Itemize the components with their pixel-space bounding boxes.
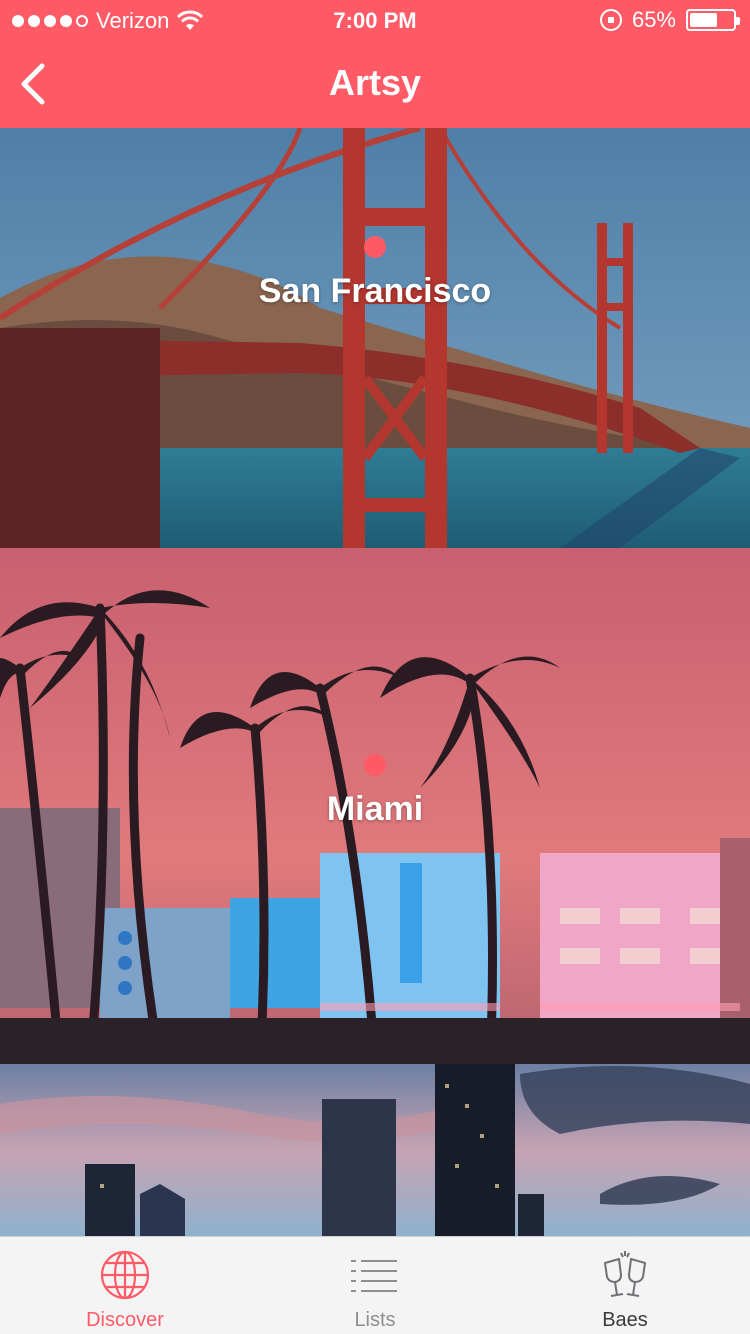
- city-name: Miami: [326, 790, 424, 828]
- tab-bar: Discover Lists Baes: [0, 1236, 750, 1334]
- battery-percent: 65%: [631, 7, 676, 32]
- san-francisco-photo: [0, 128, 750, 548]
- skyline-photo: [0, 1064, 750, 1236]
- orientation-lock-icon: [599, 9, 622, 31]
- tab-label: Discover: [86, 1309, 164, 1331]
- tab-label: Lists: [354, 1309, 396, 1331]
- city-card-miami[interactable]: Miami: [0, 548, 750, 1064]
- battery-fill: [690, 13, 717, 27]
- list-icon: [351, 1260, 397, 1292]
- city-name: San Francisco: [258, 272, 492, 310]
- champagne-glasses-icon: [604, 1251, 646, 1297]
- location-pin-icon: [364, 236, 386, 258]
- tab-discover[interactable]: Discover: [0, 1237, 250, 1334]
- globe-icon: [100, 1250, 150, 1300]
- app-header: Verizon 7:00 PM 65% Artsy: [0, 0, 750, 128]
- tab-label: Baes: [602, 1309, 648, 1331]
- city-card-partial[interactable]: [0, 1064, 750, 1236]
- location-pin-icon: [364, 754, 386, 776]
- status-bar: Verizon 7:00 PM 65%: [0, 0, 750, 40]
- city-list: San Francisco Miami: [0, 128, 750, 1236]
- city-card-san-francisco[interactable]: San Francisco: [0, 128, 750, 548]
- back-button[interactable]: [8, 54, 68, 114]
- page-title: Artsy: [328, 62, 422, 103]
- chevron-left-icon: [21, 63, 45, 105]
- navigation-bar: Artsy: [0, 40, 750, 128]
- status-right: 65%: [599, 7, 740, 33]
- tab-baes[interactable]: Baes: [500, 1237, 750, 1334]
- battery-icon: [686, 9, 740, 31]
- tab-lists[interactable]: Lists: [250, 1237, 500, 1334]
